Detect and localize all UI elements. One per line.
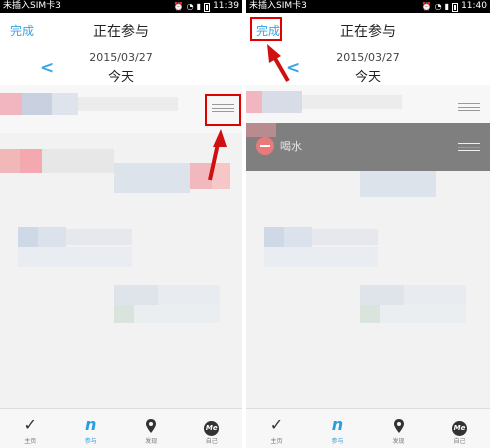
tab-me[interactable]: Me 自己 bbox=[429, 409, 490, 448]
alarm-icon: ⏰ bbox=[421, 2, 432, 11]
left-screen: 未插入SIM卡3 ⏰ ◔ ▮ 11:39 完成 正在参与 < 2015/03/2… bbox=[0, 0, 242, 448]
tab-discover[interactable]: 发现 bbox=[368, 409, 429, 448]
tab-home[interactable]: ✓ 主页 bbox=[246, 409, 307, 448]
blurred-image bbox=[246, 91, 262, 113]
page-title: 正在参与 bbox=[93, 24, 149, 40]
activity-list: 喝水 bbox=[246, 85, 490, 390]
blurred-text bbox=[264, 247, 378, 267]
list-item[interactable] bbox=[246, 171, 490, 205]
status-bar: 未插入SIM卡3 ⏰ ◔ ▮ 11:40 bbox=[246, 0, 490, 13]
blurred-image bbox=[360, 305, 380, 323]
tab-label: 参与 bbox=[331, 438, 344, 445]
location-pin-icon bbox=[368, 414, 429, 436]
wifi-icon: ◔ bbox=[434, 2, 442, 11]
tab-label: 发现 bbox=[145, 438, 158, 445]
dragging-row[interactable]: 喝水 bbox=[246, 123, 490, 171]
tab-label: 自己 bbox=[453, 438, 466, 445]
date-label: 2015/03/27 bbox=[89, 51, 153, 64]
alarm-icon: ⏰ bbox=[173, 2, 184, 11]
blurred-image bbox=[284, 227, 312, 247]
list-item[interactable] bbox=[246, 227, 490, 269]
blurred-image bbox=[360, 285, 404, 305]
screenshot-stage: 未插入SIM卡3 ⏰ ◔ ▮ 11:39 完成 正在参与 < 2015/03/2… bbox=[0, 0, 490, 448]
drag-handle-icon[interactable] bbox=[458, 143, 480, 151]
signal-icon: ▮ bbox=[444, 2, 450, 11]
list-item[interactable] bbox=[246, 85, 490, 123]
tab-label: 参与 bbox=[84, 438, 97, 445]
tab-label: 发现 bbox=[392, 438, 405, 445]
blurred-text bbox=[312, 229, 378, 245]
location-pin-icon bbox=[121, 414, 182, 436]
battery-icon bbox=[204, 3, 211, 12]
checkmark-icon: ✓ bbox=[23, 415, 37, 434]
me-icon: Me bbox=[204, 421, 220, 436]
status-icons: ⏰ ◔ ▮ 11:39 bbox=[174, 0, 239, 13]
carrier-text: 未插入SIM卡3 bbox=[249, 1, 307, 11]
signal-icon: ▮ bbox=[196, 2, 202, 11]
blurred-text bbox=[404, 285, 466, 305]
blurred-image bbox=[246, 123, 276, 137]
header: 完成 正在参与 < 2015/03/27 今天 bbox=[0, 13, 242, 85]
tab-home[interactable]: ✓ 主页 bbox=[0, 409, 61, 448]
bottom-tab-bar: ✓ 主页 n 参与 发现 Me 自己 bbox=[246, 408, 490, 448]
blurred-image bbox=[264, 227, 284, 247]
me-icon: Me bbox=[452, 421, 467, 436]
delete-circle-icon[interactable] bbox=[256, 137, 274, 155]
clock-text: 11:40 bbox=[461, 1, 487, 11]
annotation-arrow-icon bbox=[208, 129, 227, 181]
n-icon: n bbox=[331, 415, 344, 434]
blurred-text bbox=[302, 95, 402, 109]
row-label: 喝水 bbox=[280, 140, 302, 153]
tab-label: 主页 bbox=[24, 438, 37, 445]
battery-icon bbox=[452, 3, 459, 12]
carrier-text: 未插入SIM卡3 bbox=[3, 1, 61, 11]
today-label: 今天 bbox=[107, 70, 134, 85]
status-icons: ⏰ ◔ ▮ 11:40 bbox=[422, 0, 487, 13]
n-icon: n bbox=[85, 415, 97, 434]
activity-list bbox=[0, 85, 242, 390]
clock-text: 11:39 bbox=[213, 1, 239, 11]
bottom-tab-bar: ✓ 主页 n 参与 发现 Me 自己 bbox=[0, 408, 242, 448]
drag-handle-icon[interactable] bbox=[458, 103, 480, 111]
tab-me[interactable]: Me 自己 bbox=[182, 409, 243, 448]
blurred-image bbox=[360, 171, 436, 197]
blurred-image bbox=[262, 91, 302, 113]
status-bar: 未插入SIM卡3 ⏰ ◔ ▮ 11:39 bbox=[0, 0, 242, 13]
right-screen: 未插入SIM卡3 ⏰ ◔ ▮ 11:40 完成 正在参与 < 2015/03/2… bbox=[246, 0, 490, 448]
tab-discover[interactable]: 发现 bbox=[121, 409, 182, 448]
tab-participate[interactable]: n 参与 bbox=[61, 409, 122, 448]
list-item[interactable] bbox=[246, 285, 490, 325]
blurred-text bbox=[380, 305, 466, 323]
tab-label: 自己 bbox=[205, 438, 218, 445]
wifi-icon: ◔ bbox=[186, 2, 194, 11]
checkmark-icon: ✓ bbox=[269, 415, 284, 434]
tab-label: 主页 bbox=[270, 438, 283, 445]
tab-participate[interactable]: n 参与 bbox=[307, 409, 368, 448]
